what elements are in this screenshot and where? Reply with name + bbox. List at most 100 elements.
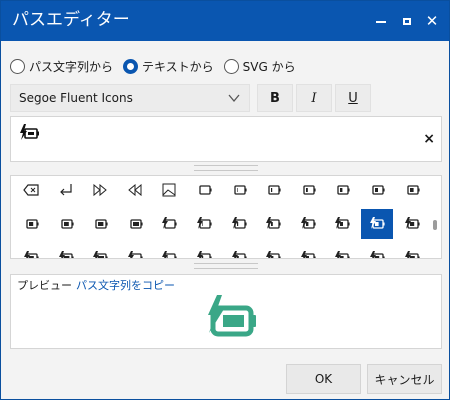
underline-button[interactable]: U [335, 84, 371, 112]
glyph-cell[interactable] [292, 243, 324, 258]
maximize-button[interactable] [397, 11, 417, 31]
glyph-cell[interactable] [188, 176, 220, 205]
glyph-cell[interactable] [84, 176, 116, 205]
cancel-button[interactable]: キャンセル [367, 364, 442, 394]
italic-button[interactable]: I [296, 84, 332, 112]
glyph-cell[interactable] [15, 243, 47, 258]
battery-3-icon [303, 185, 316, 195]
glyph-cell[interactable] [15, 209, 47, 239]
battery-10-icon [130, 219, 143, 229]
glyph-cell[interactable] [84, 209, 116, 239]
radio-circle [123, 58, 139, 74]
close-button[interactable]: ✕ [422, 11, 442, 31]
battery-saver-0-icon [127, 251, 143, 258]
radio-label: SVG から [242, 59, 296, 74]
font-family-value: Segoe Fluent Icons [19, 91, 133, 105]
splitter-handle[interactable] [194, 263, 258, 269]
glyph-cell[interactable] [326, 176, 358, 205]
window-title: パスエディター [12, 10, 130, 30]
ok-button[interactable]: OK [286, 364, 361, 394]
battery-saver-6-icon [335, 251, 350, 258]
glyph-cell[interactable] [326, 243, 358, 258]
preview-label: プレビュー [17, 279, 72, 292]
battery-charging-6-icon [370, 217, 385, 229]
path-editor-window: パスエディター ✕ パス文字列から テキストから SVG から Segoe Fl… [0, 0, 450, 400]
text-input[interactable]: × [10, 116, 442, 162]
battery-saver-1-icon [162, 251, 177, 258]
battery-saver-8-icon [404, 251, 420, 258]
battery-saver-2-icon [197, 251, 212, 258]
glyph-cell[interactable] [223, 176, 255, 205]
glyph-cell[interactable] [84, 243, 116, 258]
bold-button[interactable]: B [257, 84, 293, 112]
glyph-cell[interactable] [396, 176, 428, 205]
glyph-cell[interactable] [119, 243, 151, 258]
battery-0-icon [199, 185, 212, 195]
glyph-grid[interactable] [10, 175, 442, 259]
battery-charging-4-icon [300, 217, 316, 229]
glyph-cell[interactable] [223, 243, 255, 258]
vertical-scrollbar[interactable] [433, 220, 437, 230]
glyph-cell[interactable] [257, 209, 289, 239]
battery-charging-0-icon [162, 217, 177, 229]
copy-path-string-link[interactable]: パス文字列をコピー [76, 277, 175, 293]
battery-8-icon [60, 219, 74, 229]
battery-charging-5-icon [335, 217, 350, 229]
battery-charging-7-icon [404, 217, 420, 229]
glyph-cell[interactable] [50, 243, 82, 258]
glyph-cell[interactable] [153, 176, 185, 205]
radio-circle [10, 58, 25, 74]
glyph-cell[interactable] [257, 243, 289, 258]
radio-label: パス文字列から [29, 59, 114, 74]
battery-saver-7-icon [370, 251, 385, 258]
radio-from-path-string[interactable]: パス文字列から [10, 58, 113, 75]
battery-5-icon [372, 185, 385, 195]
battery-1-icon [233, 185, 247, 195]
image-frame-icon [162, 183, 176, 197]
glyph-cell[interactable] [396, 243, 428, 258]
radio-from-text[interactable]: テキストから [123, 58, 214, 75]
maximize-icon [403, 17, 411, 25]
splitter-handle[interactable] [194, 165, 258, 171]
battery-4-icon [337, 185, 350, 195]
title-bar[interactable]: パスエディター ✕ [1, 1, 449, 41]
glyph-cell[interactable] [153, 243, 185, 258]
source-radio-group: パス文字列から テキストから SVG から [10, 57, 306, 75]
glyph-cell[interactable] [396, 209, 428, 239]
battery-charging-1-icon [197, 217, 212, 229]
glyph-cell[interactable] [50, 176, 82, 205]
glyph-cell[interactable] [188, 243, 220, 258]
glyph-cell[interactable] [326, 209, 358, 239]
glyph-cell[interactable] [361, 209, 393, 239]
minimize-button[interactable] [371, 11, 391, 31]
clear-input-button[interactable]: × [423, 131, 435, 147]
battery-charging-3-icon [266, 217, 281, 229]
minimize-icon [376, 21, 386, 23]
glyph-cell[interactable] [361, 176, 393, 205]
battery-charging-icon [208, 295, 256, 337]
battery-9-icon [95, 219, 108, 229]
glyph-cell[interactable] [292, 209, 324, 239]
battery-saver-4-icon [266, 251, 281, 258]
battery-charging-icon [20, 124, 39, 140]
rewind-icon [128, 183, 142, 197]
battery-charging-10-icon [93, 251, 108, 258]
backspace-icon [23, 184, 39, 196]
battery-6-icon [406, 185, 420, 195]
glyph-cell[interactable] [15, 176, 47, 205]
font-family-dropdown[interactable]: Segoe Fluent Icons [10, 84, 250, 112]
glyph-cell[interactable] [153, 209, 185, 239]
preview-header: プレビュー パス文字列をコピー [17, 277, 175, 293]
glyph-cell[interactable] [223, 209, 255, 239]
radio-from-svg[interactable]: SVG から [223, 58, 296, 75]
chevron-down-icon [228, 94, 240, 103]
glyph-cell[interactable] [119, 176, 151, 205]
glyph-cell[interactable] [188, 209, 220, 239]
glyph-cell[interactable] [292, 176, 324, 205]
glyph-cell[interactable] [257, 176, 289, 205]
glyph-cell[interactable] [119, 209, 151, 239]
glyph-cell[interactable] [50, 209, 82, 239]
battery-2-icon [268, 185, 281, 195]
battery-charging-9-icon [58, 251, 74, 258]
glyph-cell[interactable] [361, 243, 393, 258]
